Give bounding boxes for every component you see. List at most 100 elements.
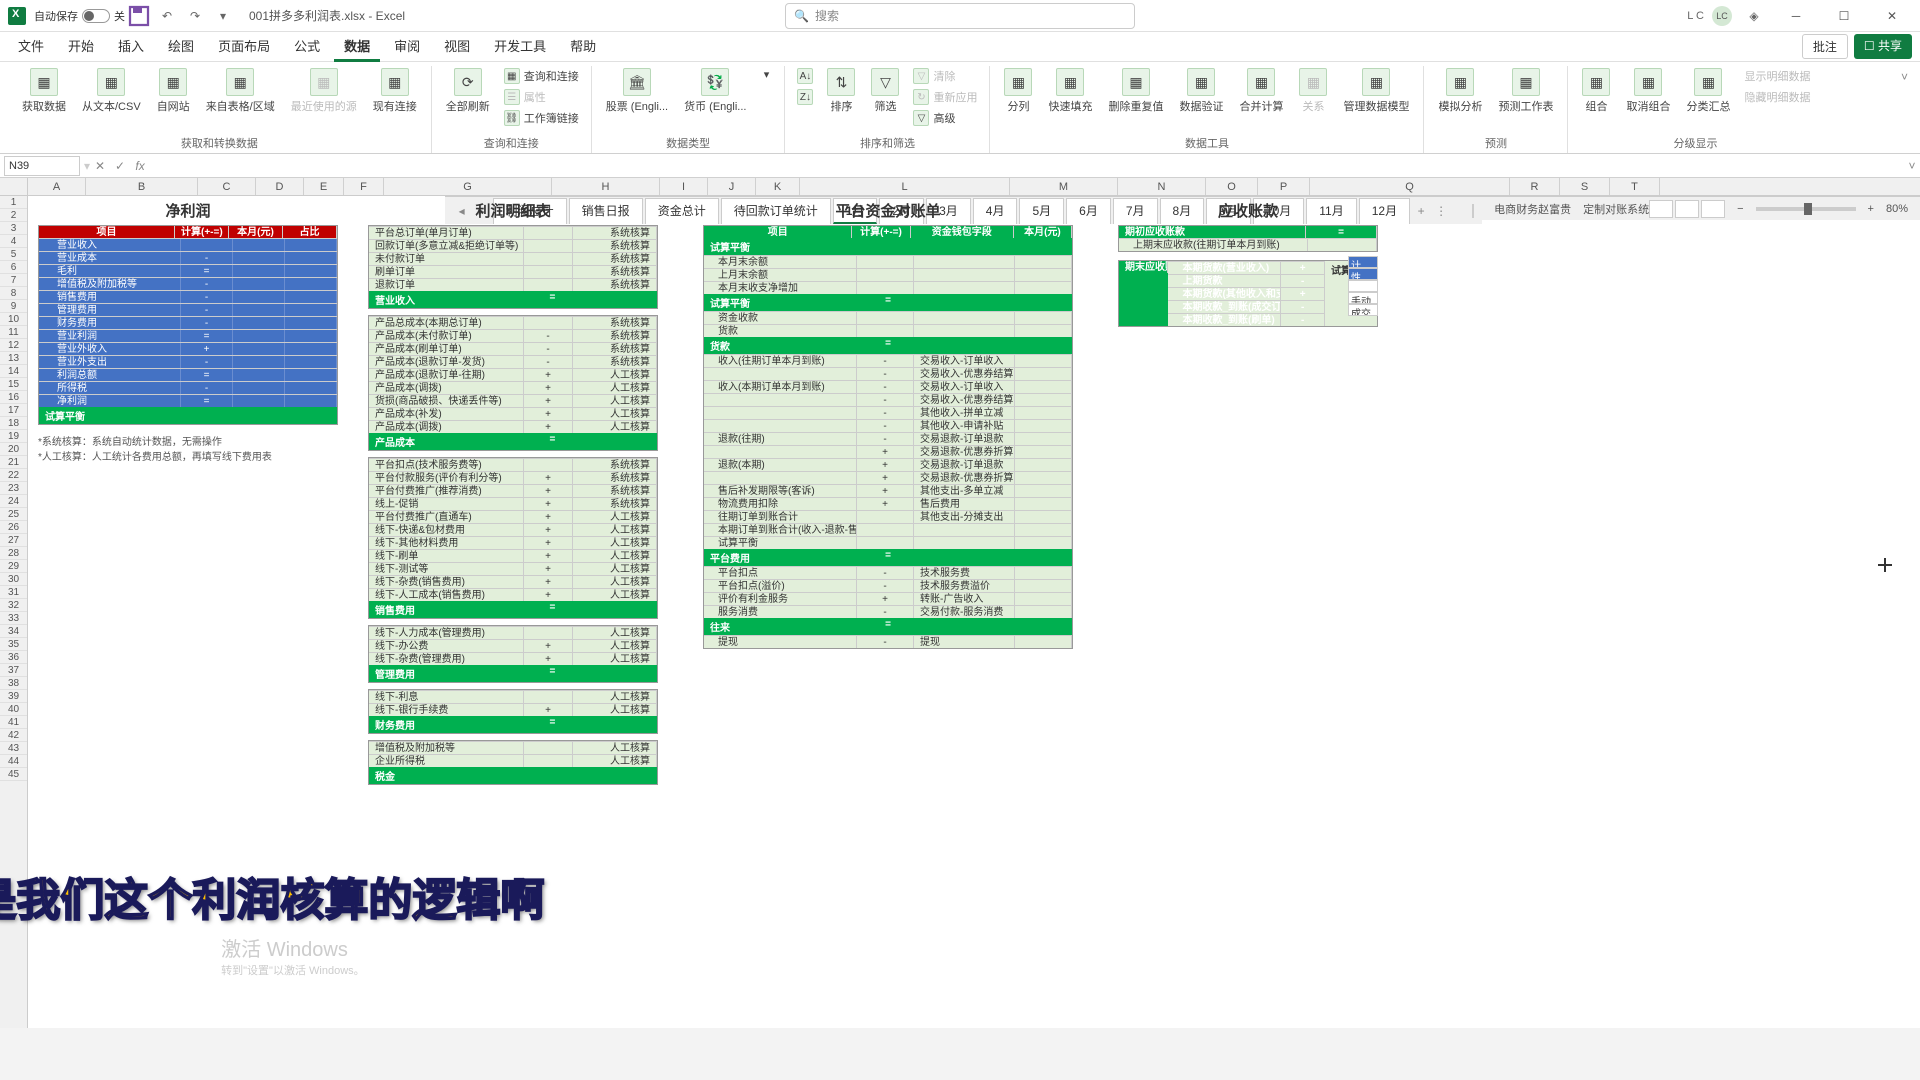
ribbon-btn[interactable]: ▦自网站 bbox=[151, 66, 196, 116]
comments-button[interactable]: 批注 bbox=[1802, 34, 1848, 59]
horizontal-scrollbar[interactable] bbox=[1472, 204, 1474, 218]
edit-links-button[interactable]: ⛓工作簿链接 bbox=[500, 108, 583, 128]
datatypes-more[interactable]: ▾ bbox=[756, 66, 776, 83]
row-header[interactable]: 1 bbox=[0, 196, 27, 209]
table-row[interactable]: 线下-人力成本(管理费用)人工核算 bbox=[369, 626, 657, 639]
grid[interactable]: 净利润 项目计算(+-=)本月(元)占比 营业收入营业成本-毛利=增值税及附加税… bbox=[28, 196, 445, 1028]
close-button[interactable]: ✕ bbox=[1872, 0, 1912, 32]
row-header[interactable]: 37 bbox=[0, 664, 27, 677]
table-row[interactable]: 本期订单到账合计(收入-退款-售后等) bbox=[704, 523, 1072, 536]
row-header[interactable]: 17 bbox=[0, 404, 27, 417]
view-normal-button[interactable] bbox=[1649, 200, 1673, 218]
table-row[interactable]: 平台扣点(溢价)-技术服务费溢价 bbox=[704, 579, 1072, 592]
ribbon-btn[interactable]: ▦模拟分析 bbox=[1432, 66, 1488, 116]
table-row[interactable]: 财务费用- bbox=[39, 316, 337, 329]
col-header[interactable]: K bbox=[756, 178, 800, 195]
row-header[interactable]: 29 bbox=[0, 560, 27, 573]
row-header[interactable]: 11 bbox=[0, 326, 27, 339]
col-header[interactable]: Q bbox=[1310, 178, 1510, 195]
table-row[interactable]: -交易收入-优惠券结算 bbox=[704, 367, 1072, 380]
table-row[interactable]: 本期收款_到账(刷单)- bbox=[1168, 313, 1325, 326]
table-row[interactable]: 利润总额= bbox=[39, 368, 337, 381]
row-header[interactable]: 40 bbox=[0, 703, 27, 716]
table-row[interactable]: 货款 bbox=[704, 324, 1072, 337]
table-row[interactable]: 线下-利息人工核算 bbox=[369, 690, 657, 703]
row-header[interactable]: 14 bbox=[0, 365, 27, 378]
table-row[interactable]: 产品成本(调拨)+人工核算 bbox=[369, 381, 657, 394]
table-row[interactable]: 本期货款(其他收入和支出)+ bbox=[1168, 287, 1325, 300]
refresh-all-button[interactable]: ⟳全部刷新 bbox=[440, 66, 496, 116]
row-header[interactable]: 38 bbox=[0, 677, 27, 690]
menu-tab-页面布局[interactable]: 页面布局 bbox=[208, 32, 280, 62]
row-header[interactable]: 16 bbox=[0, 391, 27, 404]
table-row[interactable]: 售后补发期限等(客诉)+其他支出-多单立减 bbox=[704, 484, 1072, 497]
table-row[interactable]: 净利润= bbox=[39, 394, 337, 407]
ribbon-btn[interactable]: ▦管理数据模型 bbox=[1337, 66, 1415, 116]
table-row[interactable]: 未付款订单系统核算 bbox=[369, 252, 657, 265]
table-row[interactable]: 本期货款(营业收入)+ bbox=[1168, 261, 1325, 274]
table-row[interactable]: -其他收入-申请补贴 bbox=[704, 419, 1072, 432]
col-header[interactable]: C bbox=[198, 178, 256, 195]
row-header[interactable]: 15 bbox=[0, 378, 27, 391]
sort-button[interactable]: ⇅排序 bbox=[821, 66, 861, 116]
table-row[interactable]: 物流费用扣除+售后费用 bbox=[704, 497, 1072, 510]
ribbon-btn[interactable]: ▦分类汇总 bbox=[1680, 66, 1736, 116]
table-row[interactable]: 退款(往期)-交易退款-订单退款 bbox=[704, 432, 1072, 445]
table-row[interactable]: 线下-其他材料费用+人工核算 bbox=[369, 536, 657, 549]
table-row[interactable]: 试算平衡 bbox=[704, 536, 1072, 549]
table-row[interactable]: 平台总订单(单月订单)系统核算 bbox=[369, 226, 657, 239]
table-row[interactable]: 销售费用- bbox=[39, 290, 337, 303]
table-row[interactable]: 往期订单到账合计其他支出-分摊支出 bbox=[704, 510, 1072, 523]
table-row[interactable]: 上期货款- bbox=[1168, 274, 1325, 287]
ribbon-btn[interactable]: ▦从文本/CSV bbox=[76, 66, 147, 116]
col-header[interactable]: R bbox=[1510, 178, 1560, 195]
queries-button[interactable]: ▦查询和连接 bbox=[500, 66, 583, 86]
undo-button[interactable]: ↶ bbox=[155, 4, 179, 28]
row-header[interactable]: 7 bbox=[0, 274, 27, 287]
col-header[interactable]: T bbox=[1610, 178, 1660, 195]
col-header[interactable]: P bbox=[1258, 178, 1310, 195]
col-header[interactable]: B bbox=[86, 178, 198, 195]
table-row[interactable]: 产品成本(未付款订单)-系统核算 bbox=[369, 329, 657, 342]
row-header[interactable]: 4 bbox=[0, 235, 27, 248]
row-header[interactable]: 27 bbox=[0, 534, 27, 547]
table-row[interactable]: 营业收入 bbox=[39, 238, 337, 251]
new-sheet-button[interactable]: + bbox=[1412, 202, 1430, 220]
table-row[interactable]: 上月末余额 bbox=[704, 268, 1072, 281]
row-header[interactable]: 32 bbox=[0, 599, 27, 612]
ribbon-btn[interactable]: ▦取消组合 bbox=[1620, 66, 1676, 116]
ribbon-btn[interactable]: ▦现有连接 bbox=[367, 66, 423, 116]
filter-button[interactable]: ▽筛选 bbox=[865, 66, 905, 116]
currency-button[interactable]: 💱货币 (Engli... bbox=[678, 66, 752, 116]
select-all-corner[interactable] bbox=[0, 178, 28, 195]
ribbon-btn[interactable]: ▦合并计算 bbox=[1233, 66, 1289, 116]
advanced-filter-button[interactable]: ▽高级 bbox=[909, 108, 981, 128]
stocks-button[interactable]: 🏛股票 (Engli... bbox=[600, 66, 674, 116]
ribbon-collapse-button[interactable]: ˅ bbox=[1897, 66, 1912, 153]
enter-formula-button[interactable]: ✓ bbox=[110, 156, 130, 176]
table-row[interactable]: -交易收入-优惠券结算 bbox=[704, 393, 1072, 406]
menu-tab-文件[interactable]: 文件 bbox=[8, 32, 54, 62]
row-header[interactable]: 28 bbox=[0, 547, 27, 560]
row-header[interactable]: 20 bbox=[0, 443, 27, 456]
col-header[interactable]: M bbox=[1010, 178, 1118, 195]
sort-asc-button[interactable]: A↓ bbox=[793, 66, 817, 86]
table-row[interactable]: 本月末余额 bbox=[704, 255, 1072, 268]
table-row[interactable]: 产品成本(退款订单-发货)-系统核算 bbox=[369, 355, 657, 368]
row-header[interactable]: 21 bbox=[0, 456, 27, 469]
menu-tab-视图[interactable]: 视图 bbox=[434, 32, 480, 62]
ribbon-btn[interactable]: ▦数据验证 bbox=[1173, 66, 1229, 116]
table-row[interactable]: 收入(本期订单本月到账)-交易收入-订单收入 bbox=[704, 380, 1072, 393]
table-row[interactable]: 线下-快递&包材费用+人工核算 bbox=[369, 523, 657, 536]
row-header[interactable]: 35 bbox=[0, 638, 27, 651]
ribbon-btn[interactable]: ▦组合 bbox=[1576, 66, 1616, 116]
table-row[interactable]: 上期末应收款(往期订单本月到账) bbox=[1119, 238, 1377, 251]
table-row[interactable]: 服务消费-交易付款-服务消费 bbox=[704, 605, 1072, 618]
save-button[interactable] bbox=[127, 4, 151, 28]
view-break-button[interactable] bbox=[1701, 200, 1725, 218]
name-box[interactable]: N39 bbox=[4, 156, 80, 176]
menu-tab-插入[interactable]: 插入 bbox=[108, 32, 154, 62]
row-header[interactable]: 41 bbox=[0, 716, 27, 729]
fx-button[interactable]: fx bbox=[130, 156, 150, 176]
col-header[interactable]: H bbox=[552, 178, 660, 195]
